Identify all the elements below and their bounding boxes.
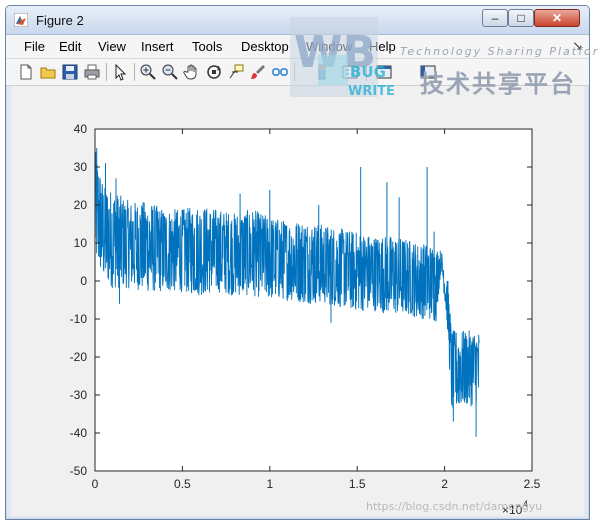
toolbar-separator bbox=[294, 63, 295, 81]
insert-colorbar-icon bbox=[318, 64, 326, 80]
pan-hand-icon bbox=[183, 64, 197, 80]
edit-plot-button[interactable] bbox=[110, 62, 130, 82]
y-tick-label: 0 bbox=[80, 274, 87, 288]
toolbar-separator bbox=[366, 63, 367, 81]
menu-desktop[interactable]: Desktop bbox=[241, 39, 289, 54]
menu-edit[interactable]: Edit bbox=[59, 39, 81, 54]
data-cursor-button[interactable] bbox=[226, 62, 246, 82]
y-tick-label: -40 bbox=[70, 426, 88, 440]
minimize-button[interactable]: – bbox=[482, 9, 508, 27]
print-button[interactable] bbox=[82, 62, 102, 82]
new-figure-icon bbox=[20, 64, 32, 80]
menu-file[interactable]: File bbox=[24, 39, 45, 54]
zoom-in-button[interactable] bbox=[138, 62, 158, 82]
data-cursor-icon bbox=[229, 64, 244, 79]
x-tick-label: 1 bbox=[266, 477, 273, 491]
matlab-logo-icon bbox=[14, 13, 28, 27]
x-tick-label: 2.5 bbox=[524, 477, 541, 491]
watermark-chinese: 技术共享平台 bbox=[420, 70, 576, 98]
menu-tools[interactable]: Tools bbox=[192, 39, 222, 54]
insert-legend-button[interactable] bbox=[340, 62, 360, 82]
open-file-icon bbox=[40, 67, 56, 79]
rotate-3d-icon bbox=[207, 65, 221, 79]
zoom-out-button[interactable] bbox=[160, 62, 180, 82]
maximize-button[interactable]: □ bbox=[508, 9, 534, 27]
menu-insert[interactable]: Insert bbox=[141, 39, 174, 54]
insert-colorbar-button[interactable] bbox=[314, 62, 334, 82]
minimize-icon: – bbox=[491, 11, 499, 25]
maximize-icon: □ bbox=[517, 11, 525, 25]
print-icon bbox=[84, 64, 100, 80]
arrow-pointer-icon bbox=[115, 63, 127, 81]
hide-plot-tools-icon bbox=[376, 65, 392, 79]
close-button[interactable]: ✕ bbox=[534, 9, 580, 27]
save-button[interactable] bbox=[60, 62, 80, 82]
y-tick-label: 10 bbox=[74, 236, 88, 250]
new-figure-button[interactable] bbox=[16, 62, 36, 82]
y-tick-label: -30 bbox=[70, 388, 88, 402]
figure-canvas[interactable]: 0 0.5 1 1.5 2 2.5 40 30 20 10 0 -10 -20 -30 -40 -50 ×10 4 bbox=[11, 86, 584, 516]
x-tick-label: 2 bbox=[441, 477, 448, 491]
insert-legend-icon bbox=[342, 65, 358, 79]
y-tick-label: 40 bbox=[74, 122, 88, 136]
plot-svg: 0 0.5 1 1.5 2 2.5403020100-10-20-30-40-50×10 4 bbox=[70, 122, 541, 516]
pan-button[interactable] bbox=[182, 62, 202, 82]
menu-window[interactable]: Window bbox=[306, 39, 352, 54]
close-icon: ✕ bbox=[551, 11, 563, 25]
link-plot-button[interactable] bbox=[270, 62, 290, 82]
zoom-in-icon bbox=[140, 64, 156, 80]
hide-plot-tools-button[interactable] bbox=[374, 62, 394, 82]
y-tick-label: 30 bbox=[74, 160, 88, 174]
rotate-3d-button[interactable] bbox=[204, 62, 224, 82]
toolbar-separator bbox=[134, 63, 135, 81]
x-tick-label: 0.5 bbox=[174, 477, 191, 491]
x-tick-label: 0 bbox=[92, 477, 99, 491]
watermark-tagline: Technology Sharing Platform bbox=[400, 45, 599, 58]
watermark-url: https://blog.csdn.net/damongyu bbox=[366, 500, 543, 513]
y-tick-label: -10 bbox=[70, 312, 88, 326]
brush-button[interactable] bbox=[248, 62, 268, 82]
y-tick-label: -50 bbox=[70, 464, 88, 478]
title-bar[interactable]: Figure 2 – □ ✕ bbox=[6, 6, 589, 35]
menu-help[interactable]: Help bbox=[369, 39, 396, 54]
toolbar-separator bbox=[106, 63, 107, 81]
zoom-out-icon bbox=[162, 64, 178, 80]
y-tick-label: 20 bbox=[74, 198, 88, 212]
x-tick-label: 1.5 bbox=[349, 477, 366, 491]
y-tick-label: -20 bbox=[70, 350, 88, 364]
link-plot-icon bbox=[272, 68, 288, 76]
window-title: Figure 2 bbox=[36, 13, 84, 28]
brush-icon bbox=[251, 65, 265, 79]
open-file-button[interactable] bbox=[38, 62, 58, 82]
menu-view[interactable]: View bbox=[98, 39, 126, 54]
save-icon bbox=[62, 64, 78, 80]
